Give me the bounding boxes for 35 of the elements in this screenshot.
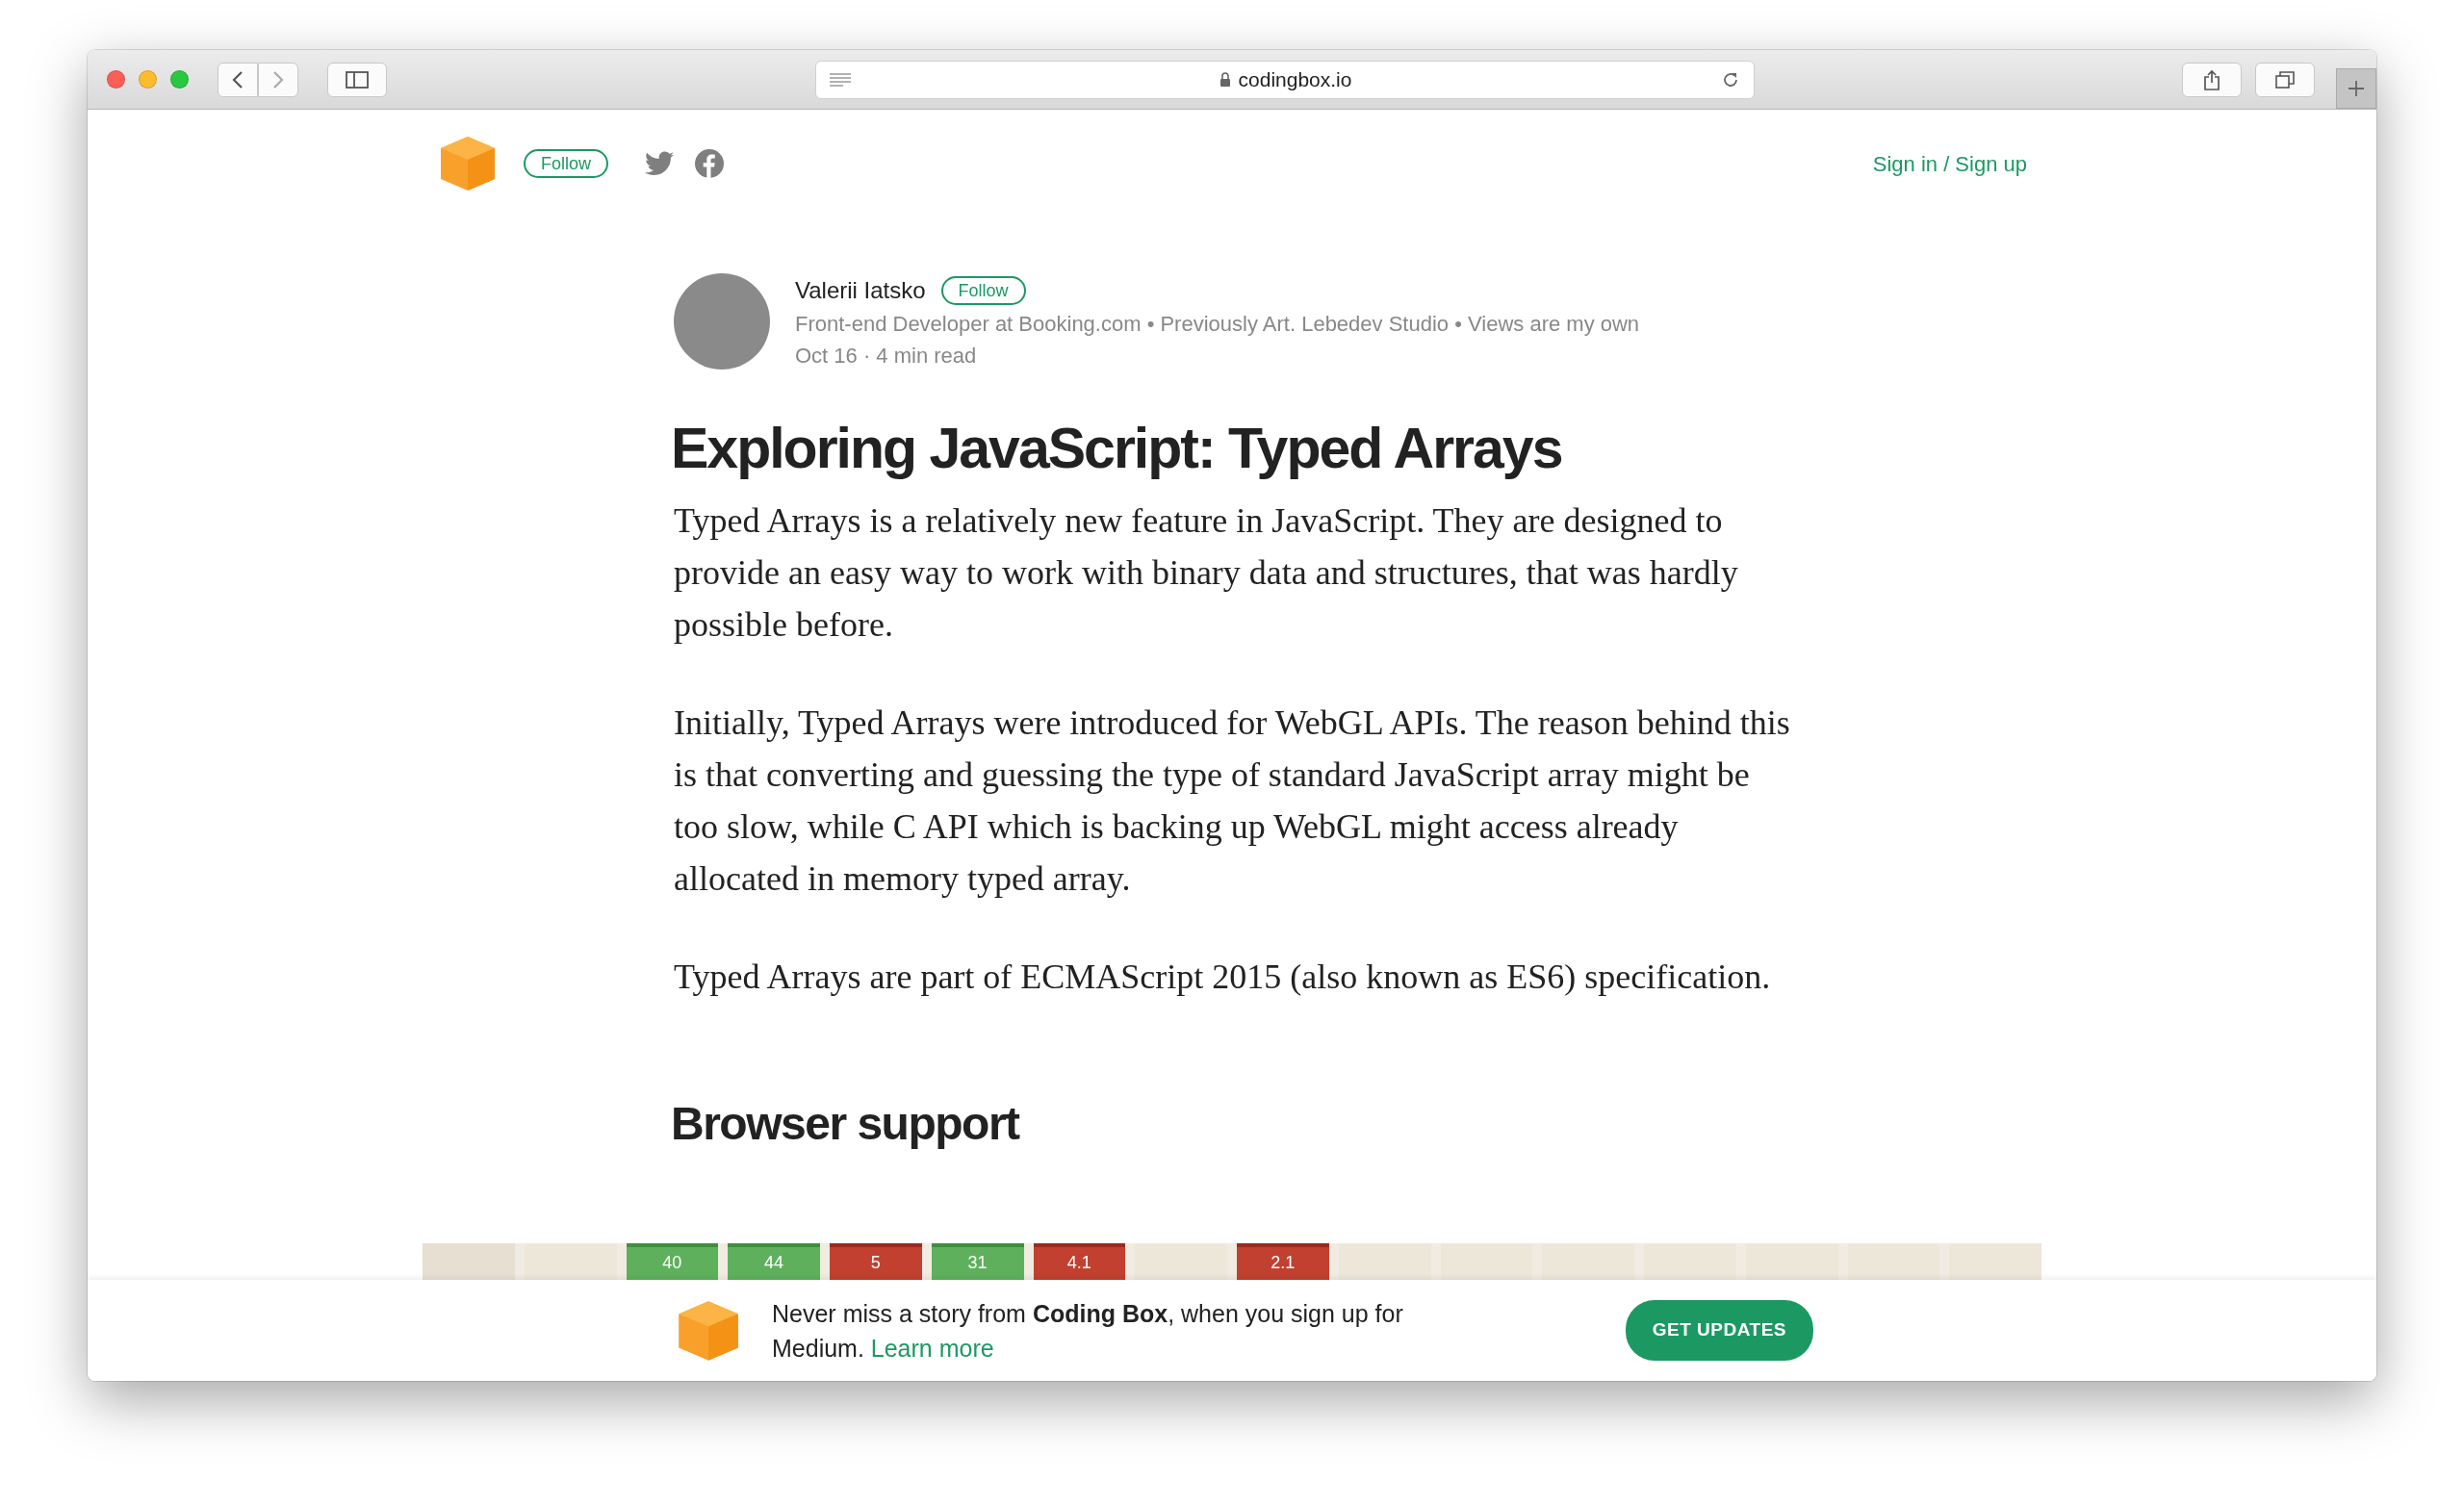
follow-button[interactable]: Follow [524, 149, 608, 178]
address-bar[interactable]: codingbox.io [814, 60, 1755, 99]
post-meta: Oct 16 · 4 min read [795, 343, 978, 370]
sidebar-icon [346, 70, 369, 89]
cube-logo-icon[interactable] [439, 135, 497, 192]
tabs-button[interactable] [2255, 62, 2315, 97]
zoom-button[interactable] [170, 70, 189, 89]
author-name[interactable]: Valerii Iatsko [795, 273, 926, 308]
facebook-icon[interactable] [695, 149, 724, 178]
reader-icon[interactable] [829, 72, 851, 87]
back-button[interactable] [218, 62, 258, 97]
paragraph: Typed Arrays are part of ECMAScript 2015 (also known as ES6) specification. [674, 957, 1772, 998]
close-button[interactable] [107, 70, 125, 89]
paragraph: Typed Arrays is a relatively new feature in JavaScript. They are designed to provide an easy way to work with binary data and structures, that was hardly possible before. [674, 500, 1739, 646]
author-bio: Front-end Developer at Booking.com • Previously Art. Lebedev Studio • Views are my own [795, 311, 1640, 338]
follow-button[interactable]: Follow [940, 276, 1026, 305]
article-title: Exploring JavaScript: Typed Arrays [671, 416, 1563, 482]
tabs-icon [2275, 70, 2295, 89]
url-text: codingbox.io [1238, 66, 1352, 92]
cube-logo-icon [677, 1298, 740, 1363]
share-button[interactable] [2182, 62, 2242, 97]
paragraph: Initially, Typed Arrays were introduced for WebGL APIs. The reason behind this is that converting and guessing the type of standard JavaScript array might be too slow, while C API which is backing up WebGL might access already allocated in memory typed array. [674, 702, 1791, 900]
banner-text: Never miss a story from Coding Box, when you sign up for Medium. Learn more [772, 1298, 1404, 1364]
lock-icon [1219, 71, 1231, 88]
back-icon [231, 69, 244, 89]
learn-more-link[interactable]: Learn more [870, 1334, 994, 1362]
sidebar-button[interactable] [327, 62, 387, 97]
sign-in-link[interactable]: Sign in / Sign up [1872, 147, 2027, 180]
plus-icon [2348, 80, 2365, 97]
new-tab-button[interactable] [2336, 68, 2376, 109]
get-updates-button[interactable]: GET UPDATES [1625, 1300, 1813, 1361]
section-heading: Browser support [671, 1097, 1021, 1151]
forward-icon [271, 69, 285, 89]
share-icon [2203, 68, 2220, 90]
twitter-icon[interactable] [645, 151, 674, 176]
